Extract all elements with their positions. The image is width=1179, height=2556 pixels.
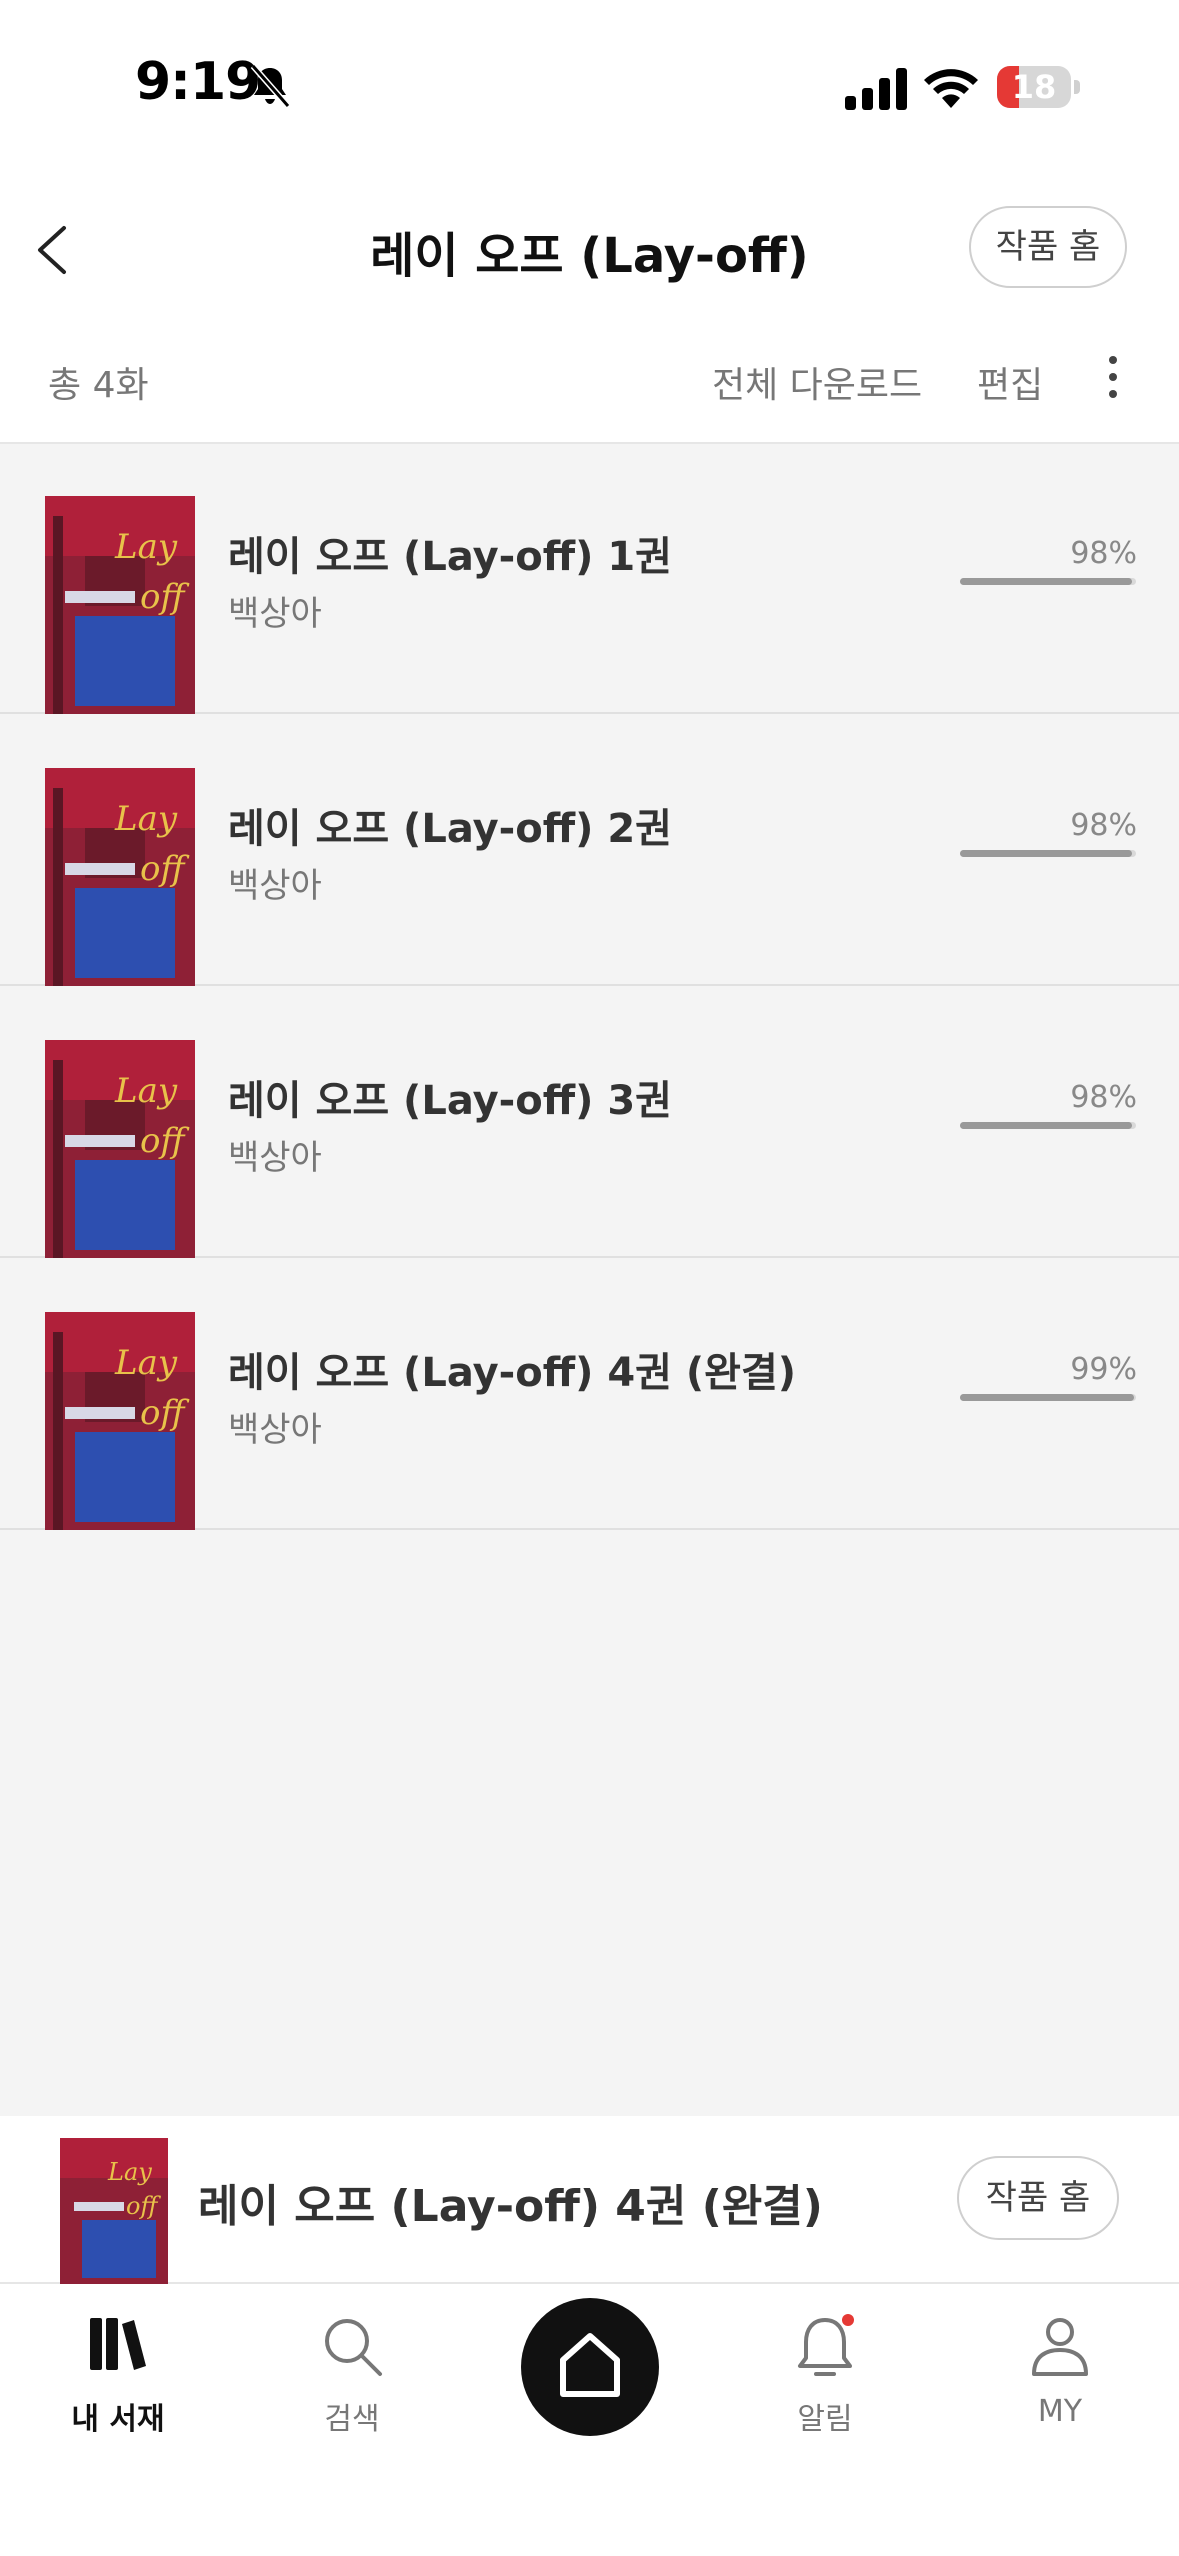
- progress-bar: [960, 578, 1136, 585]
- more-options-icon[interactable]: [1100, 352, 1126, 402]
- svg-text:Lay: Lay: [114, 799, 178, 839]
- progress-bar: [960, 1394, 1136, 1401]
- volume-author: 백상아: [228, 594, 322, 634]
- book-cover-image: Lay off: [60, 2138, 168, 2284]
- tab-notifications[interactable]: 알림: [725, 2284, 925, 2484]
- tab-library[interactable]: 내 서재: [18, 2284, 218, 2484]
- progress-percent: 99%: [1070, 1352, 1137, 1387]
- svg-text:off: off: [140, 577, 189, 617]
- volume-title: 레이 오프 (Lay-off) 3권: [228, 1078, 672, 1124]
- volume-author: 백상아: [228, 866, 322, 906]
- book-cover-image: Lay off: [45, 768, 195, 986]
- page-header: 레이 오프 (Lay-off) 작품 홈 총 4화 전체 다운로드 편집: [0, 170, 1179, 444]
- bell-muted-icon: [250, 64, 291, 108]
- recent-reading-bar[interactable]: Lay off 레이 오프 (Lay-off) 4권 (완결) 작품 홈: [0, 2116, 1179, 2284]
- wifi-icon: [924, 69, 978, 108]
- bell-icon: [798, 2314, 854, 2376]
- episode-count: 총 4화: [48, 365, 149, 406]
- bottom-tab-bar: 내 서재 검색 알림 MY: [0, 2284, 1179, 2556]
- progress-percent: 98%: [1070, 808, 1137, 843]
- edit-button[interactable]: 편집: [977, 356, 1043, 408]
- svg-text:off: off: [126, 2192, 161, 2220]
- battery-level: 18: [1011, 68, 1057, 106]
- recent-title: 레이 오프 (Lay-off) 4권 (완결): [198, 2181, 823, 2232]
- book-cover-image: Lay off: [45, 1040, 195, 1258]
- volume-row[interactable]: Lay off 레이 오프 (Lay-off) 2권 백상아 98%: [0, 716, 1179, 986]
- volume-author: 백상아: [228, 1410, 322, 1450]
- volume-row[interactable]: Lay off 레이 오프 (Lay-off) 3권 백상아 98%: [0, 988, 1179, 1258]
- bookshelf-icon: [90, 2318, 146, 2370]
- svg-text:Lay: Lay: [107, 2158, 152, 2186]
- progress-percent: 98%: [1070, 536, 1137, 571]
- work-home-button[interactable]: 작품 홈: [969, 206, 1127, 288]
- battery-indicator: 18: [997, 66, 1081, 110]
- status-bar: 9:19 18: [0, 0, 1179, 170]
- tab-notifications-label: 알림: [797, 2402, 853, 2437]
- volume-title: 레이 오프 (Lay-off) 4권 (완결): [228, 1350, 797, 1396]
- tab-search[interactable]: 검색: [252, 2284, 452, 2484]
- tab-my[interactable]: MY: [960, 2284, 1160, 2484]
- tab-search-label: 검색: [324, 2402, 380, 2437]
- search-icon: [325, 2319, 382, 2376]
- recent-work-home-button[interactable]: 작품 홈: [957, 2156, 1119, 2240]
- book-cover-image: Lay off: [45, 1312, 195, 1530]
- person-icon: [1032, 2318, 1088, 2376]
- volume-title: 레이 오프 (Lay-off) 1권: [228, 534, 672, 580]
- volume-author: 백상아: [228, 1138, 322, 1178]
- progress-percent: 98%: [1070, 1080, 1137, 1115]
- volume-title: 레이 오프 (Lay-off) 2권: [228, 806, 672, 852]
- svg-text:Lay: Lay: [114, 1071, 178, 1111]
- tab-library-label: 내 서재: [71, 2402, 165, 2437]
- volume-row[interactable]: Lay off 레이 오프 (Lay-off) 1권 백상아 98%: [0, 444, 1179, 714]
- svg-text:off: off: [140, 1393, 189, 1433]
- home-button[interactable]: [521, 2298, 659, 2436]
- tab-my-label: MY: [1037, 2394, 1083, 2429]
- download-all-button[interactable]: 전체 다운로드: [712, 356, 922, 408]
- home-icon: [560, 2333, 620, 2397]
- svg-text:Lay: Lay: [114, 527, 178, 567]
- svg-text:Lay: Lay: [114, 1343, 178, 1383]
- status-time: 9:19: [135, 52, 261, 112]
- cellular-signal-icon: [845, 68, 907, 110]
- book-cover-image: Lay off: [45, 496, 195, 714]
- svg-text:off: off: [140, 1121, 189, 1161]
- progress-bar: [960, 1122, 1136, 1129]
- progress-bar: [960, 850, 1136, 857]
- svg-text:off: off: [140, 849, 189, 889]
- volume-row[interactable]: Lay off 레이 오프 (Lay-off) 4권 (완결) 백상아 99%: [0, 1260, 1179, 1530]
